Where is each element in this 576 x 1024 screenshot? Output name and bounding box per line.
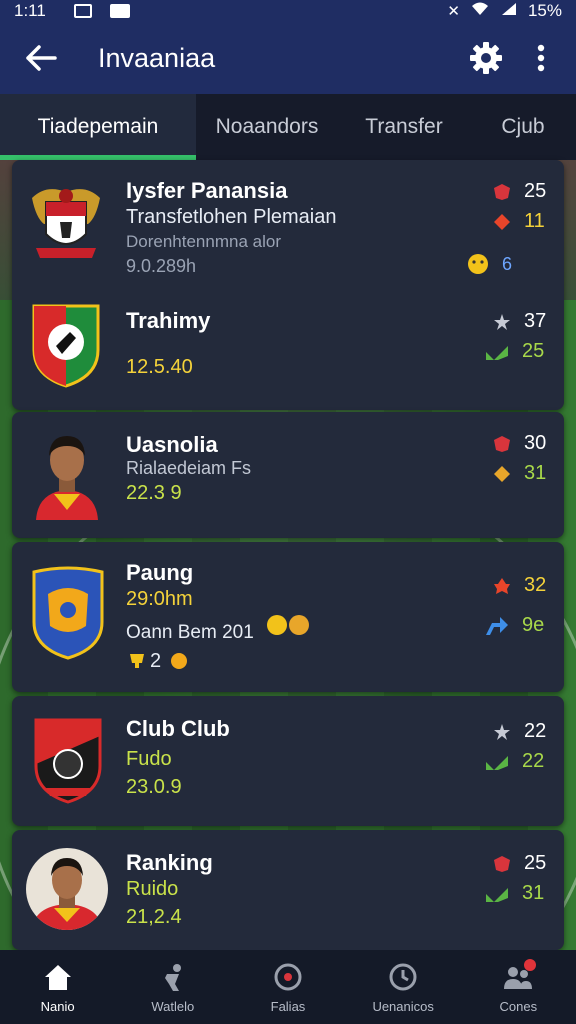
signal-icon (500, 1, 518, 22)
shield-icon (492, 854, 512, 874)
back-arrow-icon[interactable] (20, 37, 62, 79)
nav-label: Falias (270, 998, 306, 1014)
stopwatch-icon (387, 961, 419, 993)
medal-icon (168, 650, 190, 672)
arrow-icon (484, 616, 510, 636)
nav-label: Watlelo (151, 998, 195, 1014)
player-card[interactable]: Uasnolia Rialaedeiam Fs 22.3 9 30 31 (12, 412, 564, 538)
player-club: Ruido (126, 878, 179, 900)
nav-cones[interactable]: Cones (461, 950, 576, 1024)
face-icon (466, 252, 490, 276)
status-bar: 1:11 ✕ 15% (0, 0, 576, 22)
player-subtitle: Transfetlohen Plemaian (126, 206, 337, 228)
player-value: 9.0.289h (126, 256, 197, 276)
emoji-faces-icon (264, 612, 312, 638)
flame-icon (492, 576, 512, 596)
stat-value: 11 (524, 210, 545, 232)
gallery-icon (74, 4, 92, 18)
player-card[interactable]: Ranking Ruido 21,2.4 25 31 (12, 830, 564, 950)
more-options-icon[interactable] (526, 36, 556, 80)
player-card[interactable]: Paung 29:0hm Oann Bem 201 2 32 9e (12, 542, 564, 692)
stat-value: 31 (524, 462, 547, 484)
thumb-icon (484, 884, 510, 904)
battery-percent: 15% (527, 1, 562, 20)
stat-value: 6 (502, 253, 513, 274)
stat-value: 32 (524, 574, 547, 596)
player-name: Iysfer Panansia (126, 178, 288, 203)
shield-icon (492, 182, 512, 202)
player-description: Oann Bem 201 (126, 622, 254, 643)
home-icon (42, 961, 74, 993)
nav-label: Cones (499, 998, 538, 1014)
star-icon (492, 312, 512, 332)
player-name: Ranking (126, 850, 213, 875)
stat-value: 22 (524, 720, 547, 742)
nav-home[interactable]: Nanio (0, 950, 115, 1024)
nav-label: Nanio (40, 998, 75, 1014)
settings-gear-icon[interactable] (464, 36, 508, 80)
player-icon (157, 961, 189, 993)
stat-value: 25 (524, 852, 547, 874)
stat-value: 25 (522, 340, 545, 362)
trophy-icon (126, 650, 148, 672)
player-value: 29:0hm (126, 588, 193, 610)
shield-icon (492, 434, 512, 454)
trophy-count: 2 (150, 650, 162, 672)
vibrate-icon: ✕ (447, 3, 460, 20)
star-icon (492, 722, 512, 742)
player-card[interactable]: Club Club Fudo 23.0.9 22 22 (12, 696, 564, 826)
red-black-shield-logo (32, 714, 104, 804)
stat-value: 9e (522, 614, 545, 636)
stat-value: 22 (522, 750, 545, 772)
player-value: 12.5.40 (126, 356, 193, 378)
club-crest-logo (30, 302, 102, 388)
bottom-navigation: Nanio Watlelo Falias Uenanicos Cones (0, 950, 576, 1024)
stat-value: 30 (524, 432, 547, 454)
stat-value: 25 (524, 180, 547, 202)
player-club: Fudo (126, 748, 172, 770)
diamond-icon (492, 212, 512, 232)
nav-falias[interactable]: Falias (230, 950, 345, 1024)
tab-club[interactable]: Cjub (470, 94, 576, 160)
nav-uenanicos[interactable]: Uenanicos (346, 950, 461, 1024)
player-value: 21,2.4 (126, 906, 182, 928)
player-description: Dorenhtennmna alor (126, 232, 281, 251)
people-icon (502, 958, 537, 993)
thumb-icon (484, 752, 510, 772)
player-avatar (26, 848, 108, 930)
tab-noaandors[interactable]: Noaandors (196, 94, 338, 160)
ball-icon (272, 961, 304, 993)
app-title: Invaaniaa (98, 42, 216, 73)
player-name: Trahimy (126, 308, 211, 333)
player-name: Paung (126, 560, 194, 585)
tab-bar: Tiadepemain Noaandors Transfer Cjub (0, 94, 576, 160)
gem-icon (492, 464, 512, 484)
player-avatar (32, 428, 102, 520)
player-value: 22.3 9 (126, 482, 182, 504)
nav-watlelo[interactable]: Watlelo (115, 950, 230, 1024)
player-name: Uasnolia (126, 432, 218, 457)
app-bar: Invaaniaa (0, 22, 576, 94)
player-card[interactable]: Iysfer Panansia Transfetlohen Plemaian D… (12, 160, 564, 410)
player-description: Rialaedeiam Fs (126, 458, 252, 478)
player-value: 23.0.9 (126, 776, 182, 798)
stat-value: 37 (524, 310, 547, 332)
tab-tiadepemain[interactable]: Tiadepemain (0, 94, 196, 160)
tab-transfer[interactable]: Transfer (338, 94, 470, 160)
blue-shield-logo (30, 564, 106, 660)
thumb-icon (484, 342, 510, 362)
stat-value: 31 (522, 882, 545, 904)
wifi-icon (470, 1, 490, 22)
notification-icon (110, 4, 130, 18)
eagle-crest-logo (26, 178, 106, 264)
player-name: Club Club (126, 716, 230, 741)
notification-badge (524, 958, 537, 971)
nav-label: Uenanicos (372, 998, 434, 1014)
